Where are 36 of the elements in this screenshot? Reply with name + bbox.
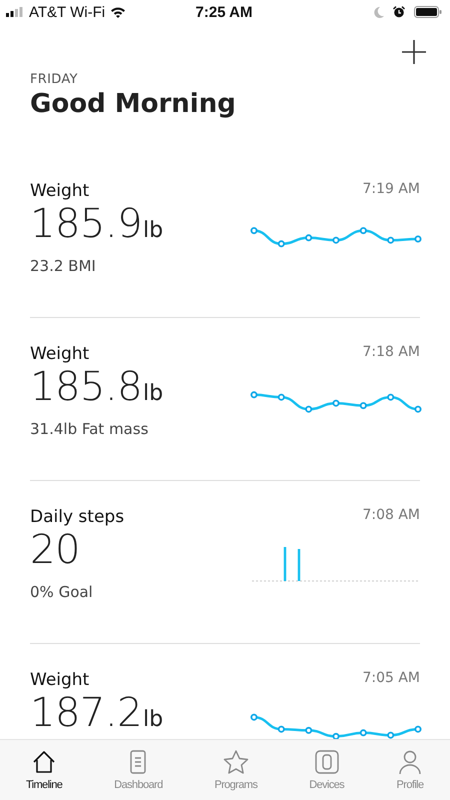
detail-text: 23.2 BMI (30, 257, 97, 275)
entry-time: 7:08 AM (362, 507, 420, 523)
battery-icon (414, 6, 442, 18)
day-label: FRIDAY (30, 72, 79, 87)
entry-title: Weight (30, 181, 90, 201)
tab[interactable]: Programs (210, 747, 262, 793)
measurement-value: 20 (30, 529, 80, 571)
carrier-name: AT&T Wi-Fi (29, 4, 106, 20)
signal-icon (6, 7, 24, 17)
entry-time: 7:05 AM (362, 670, 420, 686)
measurement-value: 185.8 (30, 366, 142, 408)
tab[interactable]: Devices (305, 747, 348, 793)
alarm-clock-icon (393, 6, 405, 18)
detail-text: 0% Goal (30, 583, 94, 601)
measurement-value: 185.9 (30, 203, 142, 245)
entry-time: 7:18 AM (362, 344, 420, 360)
add-button[interactable] (400, 38, 428, 66)
status-time: 7:25 AM (196, 4, 252, 20)
tab[interactable]: Dashboard (110, 747, 167, 793)
wifi-icon (110, 6, 126, 18)
unit-label: lb (143, 707, 164, 732)
entry-time: 7:19 AM (362, 181, 420, 197)
plus-icon (402, 40, 426, 64)
greeting-title: Good Morning (30, 89, 237, 119)
entry-title: Daily steps (30, 507, 124, 527)
tab[interactable]: Timeline (22, 747, 66, 793)
measurement-value: 187.2 (30, 692, 142, 734)
entry-title: Weight (30, 670, 90, 690)
unit-label: lb (143, 381, 164, 406)
detail-text: 31.4lb Fat mass (30, 420, 150, 438)
star-icon (222, 749, 250, 776)
unit-label: lb (143, 218, 164, 243)
moon-icon (374, 6, 384, 18)
entry-title: Weight (30, 344, 90, 364)
tab[interactable]: Profile (392, 747, 428, 793)
watch-icon (312, 749, 341, 776)
